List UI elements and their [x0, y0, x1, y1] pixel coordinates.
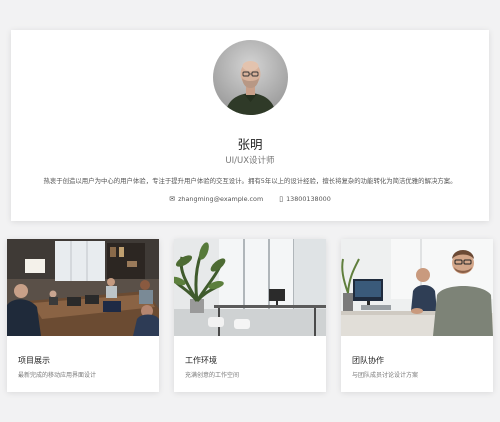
feature-title: 工作环境 [185, 356, 217, 365]
office-image [174, 239, 326, 336]
feature-desc: 与团队成员讨论设计方案 [352, 372, 419, 379]
mobile-phone-icon: ▯ [279, 195, 284, 203]
profile-title: UI/UX设计师 [225, 156, 275, 166]
feature-card-teamwork[interactable]: 团队协作 与团队成员讨论设计方案 [341, 239, 493, 392]
phone-text[interactable]: 13800138000 [286, 195, 331, 203]
feature-card-workspace[interactable]: 工作环境 充满创意的工作空间 [174, 239, 326, 392]
feature-desc: 充满创意的工作空间 [185, 372, 240, 379]
avatar-portrait [225, 61, 276, 115]
avatar [213, 40, 288, 115]
feature-desc: 最新完成的移动应用界面设计 [18, 372, 97, 379]
email-text[interactable]: zhangming@example.com [178, 195, 263, 203]
profile-card: 张明 UI/UX设计师 热衷于创造以用户为中心的用户体验，专注于提升用户体验的交… [11, 30, 489, 221]
feature-title: 团队协作 [352, 356, 384, 365]
meeting-room-image [7, 239, 159, 336]
contact-row: ✉ zhangming@example.com ▯ 13800138000 [11, 195, 489, 203]
phone-contact[interactable]: ▯ 13800138000 [279, 195, 331, 203]
email-contact[interactable]: ✉ zhangming@example.com [169, 195, 263, 203]
profile-name: 张明 [237, 137, 263, 152]
envelope-icon: ✉ [169, 195, 176, 203]
profile-bio: 热衷于创造以用户为中心的用户体验，专注于提升用户体验的交互设计。拥有5年以上的设… [43, 177, 457, 185]
feature-card-projects[interactable]: 项目展示 最新完成的移动应用界面设计 [7, 239, 159, 392]
teamwork-image [341, 239, 493, 336]
feature-title: 项目展示 [18, 356, 50, 365]
